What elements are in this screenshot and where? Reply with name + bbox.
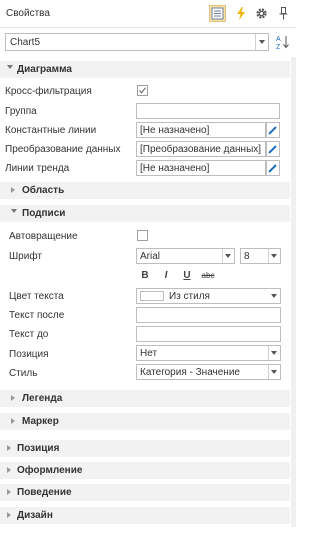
color-swatch (140, 291, 164, 301)
section-position-label: Позиция (17, 443, 60, 454)
group-label: Группа (5, 106, 37, 117)
font-size-select[interactable]: 8 (240, 248, 281, 264)
const-lines-label: Константные линии (5, 125, 97, 136)
section-behavior-label: Поведение (17, 487, 72, 498)
section-legend[interactable]: Легенда (0, 390, 290, 407)
section-diagram-label: Диаграмма (17, 64, 72, 75)
expand-right-icon (11, 187, 15, 193)
text-after-input[interactable] (136, 307, 281, 323)
chevron-down-icon[interactable] (259, 40, 265, 44)
pencil-icon (268, 126, 277, 135)
label-style-label: Стиль (9, 368, 38, 379)
autorotate-checkbox[interactable] (137, 230, 148, 241)
bold-button[interactable]: B (138, 270, 152, 282)
sort-az-icon: A Z (276, 36, 289, 51)
expand-right-icon (11, 418, 15, 424)
pin-icon[interactable] (275, 5, 292, 22)
section-legend-label: Легенда (22, 393, 63, 404)
expand-right-icon (7, 512, 11, 518)
sort-az-button[interactable]: A Z (274, 33, 292, 51)
section-marker[interactable]: Маркер (0, 413, 290, 430)
transform-label: Преобразование данных (5, 144, 121, 155)
label-style-select[interactable]: Категория - Значение (136, 364, 281, 380)
trend-lines-edit-button[interactable] (266, 160, 280, 176)
section-diagram[interactable]: Диаграмма (0, 61, 290, 78)
group-input[interactable] (136, 103, 280, 119)
expand-right-icon (7, 445, 11, 451)
font-name-select[interactable]: Arial (136, 248, 235, 264)
gear-icon[interactable] (253, 5, 270, 22)
section-appearance-label: Оформление (17, 465, 83, 476)
pencil-icon (268, 145, 277, 154)
properties-icon[interactable] (209, 5, 226, 22)
autorotate-label: Автовращение (9, 231, 78, 242)
transform-field[interactable]: [Преобразование данных] (136, 141, 266, 157)
vertical-scrollbar[interactable] (291, 57, 296, 527)
chevron-down-icon[interactable] (271, 351, 277, 355)
cross-filter-checkbox[interactable] (137, 85, 148, 96)
section-area[interactable]: Область (0, 182, 290, 199)
cross-filter-label: Кросс-фильтрация (5, 86, 92, 97)
section-behavior[interactable]: Поведение (0, 484, 290, 501)
trend-lines-label: Линии тренда (5, 163, 70, 174)
expand-down-icon (11, 209, 17, 213)
combo-divider (255, 34, 256, 50)
object-selector-value: Chart5 (10, 37, 41, 48)
underline-button[interactable]: U (180, 270, 194, 282)
strikethrough-button[interactable]: abc (199, 271, 217, 283)
section-position[interactable]: Позиция (0, 440, 290, 457)
panel-title: Свойства (6, 8, 50, 19)
section-labels[interactable]: Подписи (0, 205, 290, 222)
text-before-input[interactable] (136, 326, 281, 342)
chevron-down-icon[interactable] (271, 254, 277, 258)
const-lines-edit-button[interactable] (266, 122, 280, 138)
chevron-down-icon[interactable] (271, 370, 277, 374)
expand-down-icon (7, 65, 13, 69)
expand-right-icon (7, 467, 11, 473)
object-selector[interactable]: Chart5 (5, 33, 269, 51)
expand-right-icon (7, 489, 11, 495)
section-labels-label: Подписи (22, 208, 66, 219)
transform-edit-button[interactable] (266, 141, 280, 157)
panel-header: Свойства (0, 0, 296, 28)
italic-button[interactable]: I (159, 270, 173, 282)
section-design[interactable]: Дизайн (0, 507, 290, 524)
chevron-down-icon[interactable] (225, 254, 231, 258)
events-bolt-icon[interactable] (232, 5, 249, 22)
chevron-down-icon[interactable] (271, 294, 277, 298)
text-after-label: Текст после (9, 310, 65, 321)
svg-text:A: A (276, 36, 281, 43)
expand-right-icon (11, 395, 15, 401)
section-area-label: Область (22, 185, 65, 196)
checkmark-icon (139, 87, 146, 94)
text-before-label: Текст до (9, 329, 49, 340)
section-appearance[interactable]: Оформление (0, 462, 290, 479)
trend-lines-field[interactable]: [Не назначено] (136, 160, 266, 176)
section-design-label: Дизайн (17, 510, 53, 521)
const-lines-field[interactable]: [Не назначено] (136, 122, 266, 138)
font-label: Шрифт (9, 251, 42, 262)
svg-text:Z: Z (276, 44, 281, 51)
text-color-select[interactable]: Из стиля (136, 288, 281, 304)
label-position-label: Позиция (9, 349, 49, 360)
label-position-select[interactable]: Нет (136, 345, 281, 361)
section-marker-label: Маркер (22, 416, 59, 427)
text-color-label: Цвет текста (9, 291, 64, 302)
pencil-icon (268, 164, 277, 173)
